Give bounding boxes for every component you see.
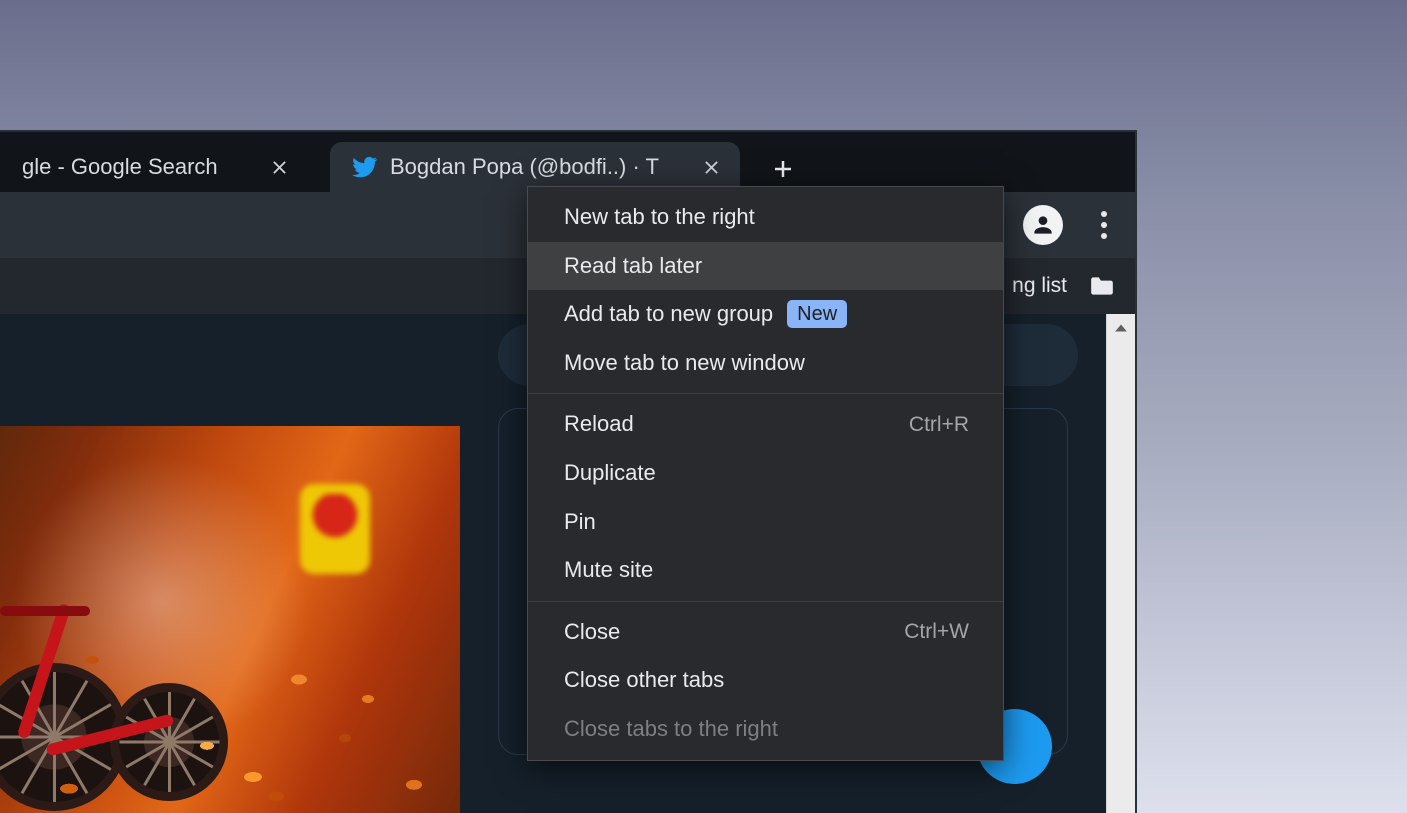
menu-label: Add tab to new group	[564, 300, 773, 329]
menu-label: Close	[564, 618, 620, 647]
menu-item-add-tab-group[interactable]: Add tab to new group New	[528, 290, 1003, 339]
menu-label: Reload	[564, 410, 634, 439]
profile-header-image	[0, 426, 460, 813]
menu-label: Mute site	[564, 556, 653, 585]
menu-separator	[528, 601, 1003, 602]
new-tab-button[interactable]	[766, 152, 800, 186]
menu-item-close[interactable]: Close Ctrl+W	[528, 608, 1003, 657]
new-badge: New	[787, 300, 847, 328]
menu-separator	[528, 393, 1003, 394]
menu-item-mute-site[interactable]: Mute site	[528, 546, 1003, 595]
menu-shortcut: Ctrl+W	[904, 618, 969, 645]
folder-icon[interactable]	[1089, 275, 1115, 297]
menu-label: Move tab to new window	[564, 349, 805, 378]
menu-item-read-tab-later[interactable]: Read tab later	[528, 242, 1003, 291]
menu-label: Pin	[564, 508, 596, 537]
tab-title: gle - Google Search	[22, 154, 256, 180]
menu-shortcut: Ctrl+R	[909, 411, 969, 438]
menu-label: Close other tabs	[564, 666, 724, 695]
menu-item-move-to-window[interactable]: Move tab to new window	[528, 339, 1003, 388]
tab-title: Bogdan Popa (@bodfi..) · T	[390, 154, 688, 180]
tab-context-menu: New tab to the right Read tab later Add …	[527, 186, 1004, 761]
tab-strip: gle - Google Search Bogdan Popa (@bodfi.…	[0, 132, 1135, 192]
chrome-menu-button[interactable]	[1089, 205, 1119, 245]
menu-item-new-tab-right[interactable]: New tab to the right	[528, 193, 1003, 242]
menu-item-close-other[interactable]: Close other tabs	[528, 656, 1003, 705]
menu-item-pin[interactable]: Pin	[528, 498, 1003, 547]
menu-item-reload[interactable]: Reload Ctrl+R	[528, 400, 1003, 449]
vertical-scrollbar[interactable]	[1106, 314, 1135, 813]
menu-label: Duplicate	[564, 459, 656, 488]
menu-label: Close tabs to the right	[564, 715, 778, 744]
tab-google-search[interactable]: gle - Google Search	[0, 142, 308, 192]
close-icon[interactable]	[268, 156, 290, 178]
twitter-icon	[352, 154, 378, 180]
reading-list-button[interactable]: ng list	[1012, 274, 1067, 298]
profile-avatar-button[interactable]	[1023, 205, 1063, 245]
tab-twitter-profile[interactable]: Bogdan Popa (@bodfi..) · T	[330, 142, 740, 192]
menu-item-close-right: Close tabs to the right	[528, 705, 1003, 754]
menu-label: Read tab later	[564, 252, 702, 281]
menu-item-duplicate[interactable]: Duplicate	[528, 449, 1003, 498]
close-icon[interactable]	[700, 156, 722, 178]
menu-label: New tab to the right	[564, 203, 755, 232]
scroll-up-arrow-icon[interactable]	[1107, 314, 1135, 342]
